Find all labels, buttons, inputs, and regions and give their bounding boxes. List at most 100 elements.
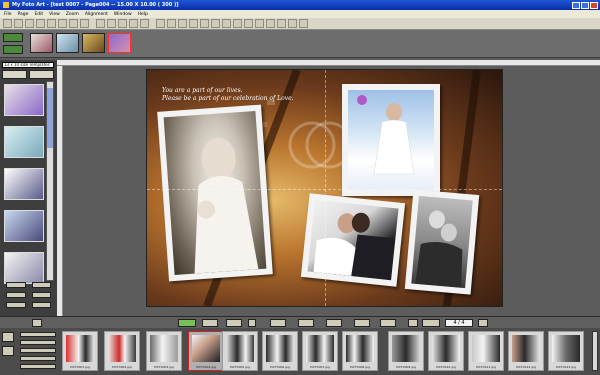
filmstrip-tile[interactable]: PICT0003.jpg	[146, 331, 182, 371]
group-icon[interactable]	[266, 19, 275, 28]
template-thumbnail[interactable]	[4, 84, 44, 116]
flip-icon[interactable]	[189, 19, 198, 28]
album-page[interactable]: You are a part of our lives. Please be a…	[147, 70, 502, 306]
page-thumbnail-3[interactable]	[82, 33, 105, 53]
filmstrip-tile-selected[interactable]: PICT0004.jpg	[188, 331, 224, 371]
lock-icon[interactable]	[288, 19, 297, 28]
template-thumbnail[interactable]	[4, 252, 44, 284]
open-icon[interactable]	[14, 19, 23, 28]
filmstrip-tile[interactable]: PICT0007.jpg	[302, 331, 338, 371]
page-thumbnail-2[interactable]	[56, 33, 79, 53]
background-button[interactable]	[380, 319, 396, 327]
apply-template-button[interactable]	[6, 292, 26, 298]
photo-tray-scrollbar[interactable]	[592, 331, 598, 371]
photo-frame-kiss[interactable]	[300, 193, 406, 287]
add-page-button[interactable]	[3, 33, 23, 42]
menu-zoom[interactable]: Zoom	[66, 12, 79, 17]
page-thumbnail-1[interactable]	[30, 33, 53, 53]
next-page-button[interactable]	[478, 319, 488, 327]
tray-tool-folder[interactable]	[2, 346, 14, 356]
export-template-button[interactable]	[31, 302, 51, 308]
prev-page-button[interactable]	[422, 319, 440, 327]
filmstrip-tile[interactable]: PICT0001.jpg	[62, 331, 98, 371]
print-icon[interactable]	[36, 19, 45, 28]
undo-icon[interactable]	[140, 19, 149, 28]
text-style-button[interactable]	[354, 319, 370, 327]
align-center-icon[interactable]	[211, 19, 220, 28]
ungroup-icon[interactable]	[277, 19, 286, 28]
filmstrip-tile[interactable]: PICT0012.jpg	[508, 331, 544, 371]
filmstrip-tile[interactable]: PICT0011.jpg	[468, 331, 504, 371]
filmstrip-tile[interactable]: PICT0002.jpg	[104, 331, 140, 371]
tray-tool-size[interactable]	[20, 348, 56, 353]
reset-template-button[interactable]	[31, 292, 51, 298]
menu-alignment[interactable]: Alignment	[85, 12, 108, 17]
frame-style-button[interactable]	[202, 319, 218, 327]
layout-button[interactable]	[226, 319, 242, 327]
tab-templates[interactable]	[2, 70, 27, 79]
link-icon[interactable]	[299, 19, 308, 28]
menu-file[interactable]: File	[4, 12, 12, 17]
menu-window[interactable]: Window	[114, 12, 132, 17]
first-page-button[interactable]	[408, 319, 418, 327]
crop-button[interactable]	[270, 319, 286, 327]
zoom-in-icon[interactable]	[156, 19, 165, 28]
template-size-combo[interactable]: 13 x 10 size Templates	[2, 62, 54, 68]
filmstrip-tile[interactable]: PICT0013.jpg	[548, 331, 584, 371]
poem-text[interactable]: You are a part of our lives. Please be a…	[162, 87, 352, 103]
filmstrip-tile[interactable]: PICT0005.jpg	[222, 331, 258, 371]
close-button[interactable]	[590, 1, 598, 9]
zoom-out-icon[interactable]	[167, 19, 176, 28]
filmstrip-tile[interactable]: PICT0006.jpg	[262, 331, 298, 371]
photo-frame-bride-snow[interactable]	[342, 84, 440, 196]
minimize-button[interactable]	[572, 1, 580, 9]
tray-tool-filter[interactable]	[20, 340, 56, 345]
copy-icon[interactable]	[107, 19, 116, 28]
tray-tool-sort[interactable]	[20, 332, 56, 337]
photo-frame-bride[interactable]	[157, 104, 273, 282]
filmstrip-tile[interactable]: PICT0009.jpg	[388, 331, 424, 371]
menu-page[interactable]: Page	[18, 12, 29, 17]
tray-tool-browse[interactable]	[2, 332, 14, 342]
remove-page-button[interactable]	[3, 45, 23, 54]
prev-template-button[interactable]	[6, 282, 26, 288]
effect-button[interactable]	[248, 319, 256, 327]
template-thumbnail[interactable]	[4, 210, 44, 242]
image-icon[interactable]	[47, 19, 56, 28]
bring-front-icon[interactable]	[244, 19, 253, 28]
photo-frame-couple-bw[interactable]	[404, 189, 480, 295]
add-photo-button[interactable]	[178, 319, 196, 327]
template-thumbnail[interactable]	[4, 126, 44, 158]
adjust-button[interactable]	[298, 319, 314, 327]
template-thumbnail[interactable]	[4, 168, 44, 200]
menu-help[interactable]: Help	[138, 12, 148, 17]
filmstrip-tile[interactable]: PICT0008.jpg	[342, 331, 378, 371]
new-icon[interactable]	[3, 19, 12, 28]
save-icon[interactable]	[25, 19, 34, 28]
cut-icon[interactable]	[96, 19, 105, 28]
page-thumbnail-4[interactable]	[108, 33, 131, 53]
align-left-icon[interactable]	[200, 19, 209, 28]
export-icon[interactable]	[80, 19, 89, 28]
rotate-icon[interactable]	[178, 19, 187, 28]
next-template-button[interactable]	[31, 282, 51, 288]
delete-icon[interactable]	[129, 19, 138, 28]
page-navigator[interactable]: 4 / 4	[445, 319, 473, 327]
tray-tool-import[interactable]	[20, 356, 56, 361]
align-right-icon[interactable]	[222, 19, 231, 28]
menu-edit[interactable]: Edit	[34, 12, 43, 17]
import-template-button[interactable]	[6, 302, 26, 308]
text-icon[interactable]	[58, 19, 67, 28]
menu-view[interactable]: View	[49, 12, 60, 17]
paste-icon[interactable]	[118, 19, 127, 28]
tray-tool-clear[interactable]	[20, 364, 56, 369]
send-back-icon[interactable]	[255, 19, 264, 28]
frame-icon[interactable]	[69, 19, 78, 28]
filmstrip-tile[interactable]: PICT0010.jpg	[428, 331, 464, 371]
collapse-panel-button[interactable]	[32, 319, 42, 327]
template-scrollbar[interactable]	[46, 81, 54, 281]
tab-frames[interactable]	[29, 70, 54, 79]
maximize-button[interactable]	[581, 1, 589, 9]
shadow-button[interactable]	[326, 319, 342, 327]
distribute-icon[interactable]	[233, 19, 242, 28]
